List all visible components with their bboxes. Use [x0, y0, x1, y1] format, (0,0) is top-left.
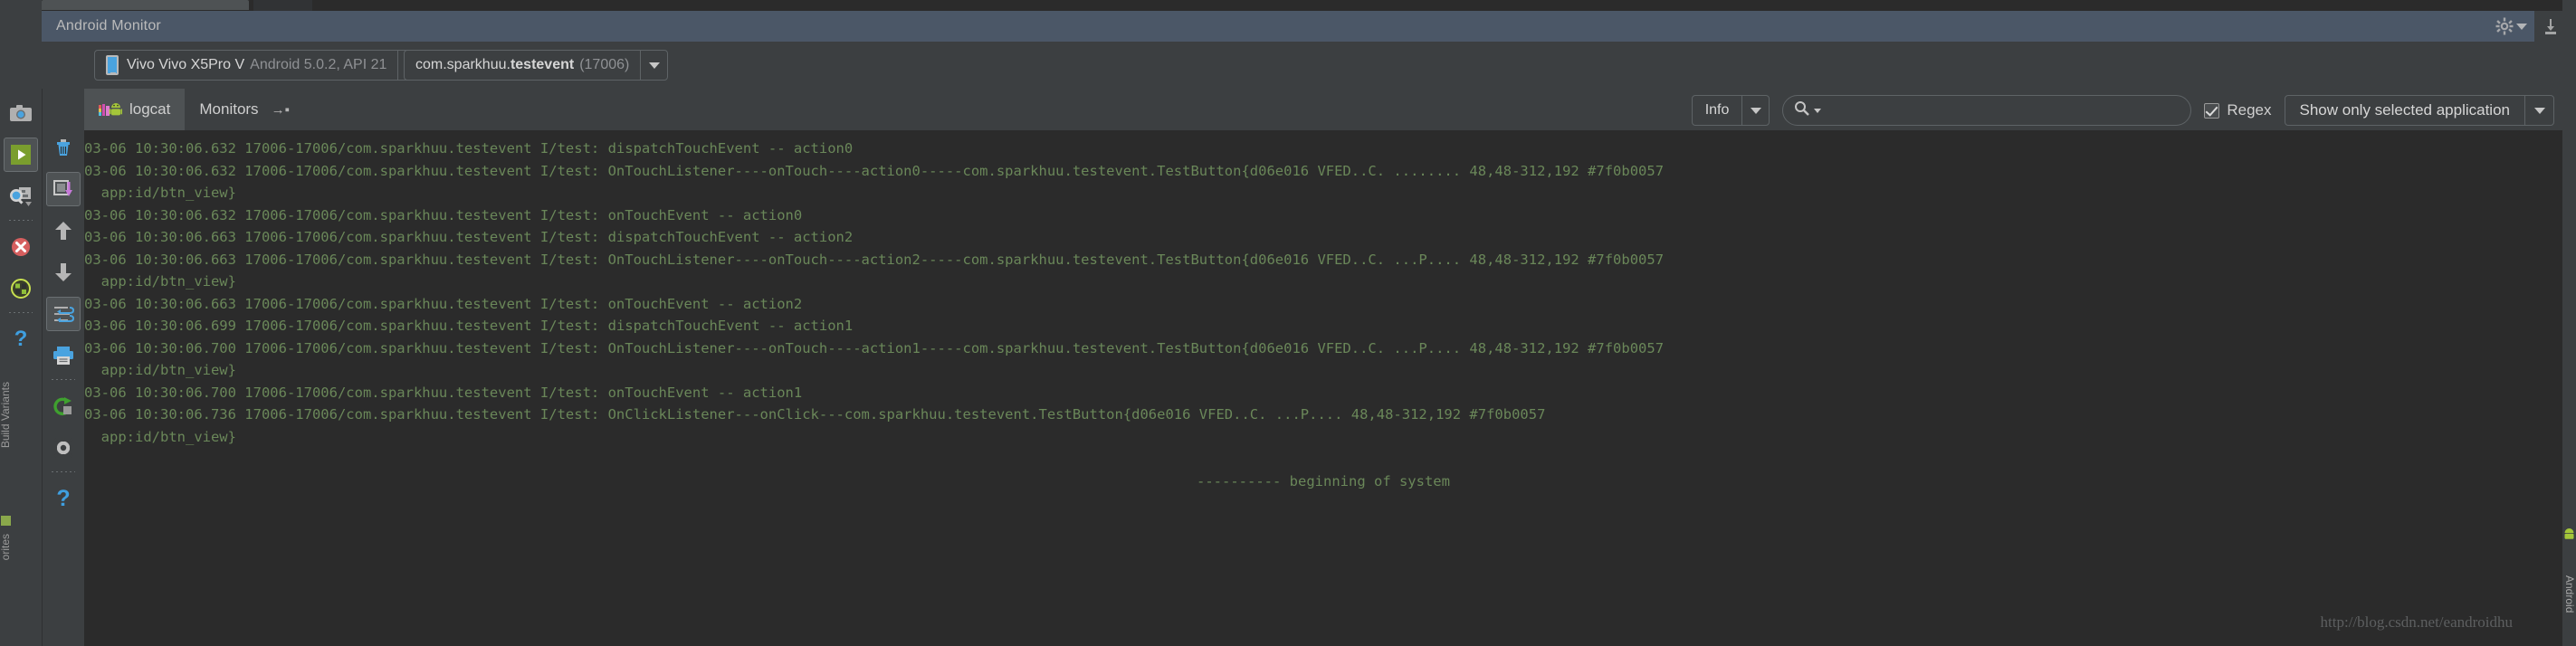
- process-package-name: testevent: [510, 57, 575, 72]
- log-line[interactable]: 03-06 10:30:06.736 17006-17006/com.spark…: [84, 404, 2562, 426]
- top-strip-right: [312, 0, 2576, 11]
- minimize-icon[interactable]: [2542, 17, 2560, 35]
- system-info-icon[interactable]: [4, 271, 38, 306]
- rail-separator: [9, 312, 33, 313]
- log-line[interactable]: 03-06 10:30:06.700 17006-17006/com.spark…: [84, 382, 2562, 404]
- page-title: Android Monitor: [56, 18, 161, 33]
- log-line[interactable]: app:id/btn_view}: [84, 271, 2562, 293]
- search-box[interactable]: [1782, 95, 2192, 126]
- rail-separator: [52, 379, 75, 380]
- top-strip-tab-remnant: [42, 0, 249, 10]
- top-edge-strip: [0, 0, 2576, 11]
- arrow-expand-icon: →▪: [271, 101, 290, 118]
- top-strip-left: [0, 0, 42, 11]
- device-name: Vivo Vivo X5Pro V: [127, 57, 245, 72]
- android-monitor-vertical-label: Android: [2563, 575, 2576, 613]
- svg-text:?: ?: [14, 328, 28, 351]
- svg-text:?: ?: [56, 487, 70, 510]
- search-options-chevron-down-icon[interactable]: [1814, 108, 1822, 113]
- titlebar-left-pad: [0, 11, 42, 42]
- chevron-down-icon: [2516, 23, 2527, 30]
- tab-monitors[interactable]: Monitors →▪: [185, 89, 304, 130]
- logcat-filter-toolbar: Info Regex Show only selected applicatio…: [1691, 93, 2554, 128]
- clear-logcat-icon[interactable]: [46, 130, 81, 165]
- help-icon[interactable]: ?: [46, 481, 81, 516]
- terminate-icon[interactable]: [4, 230, 38, 264]
- search-input[interactable]: [1826, 102, 2180, 119]
- rail-separator: [52, 471, 75, 472]
- android-head-icon: [2563, 528, 2575, 540]
- search-icon[interactable]: [1794, 100, 1810, 120]
- device-toolbar: Vivo Vivo X5Pro V Android 5.0.2, API 21 …: [42, 42, 2534, 89]
- android-monitor-titlebar: Android Monitor: [42, 11, 2534, 42]
- layout-inspector-icon[interactable]: [4, 179, 38, 214]
- rail-separator: [9, 220, 33, 221]
- device-detail: Android 5.0.2, API 21: [250, 57, 387, 72]
- sidebar-item-android-monitor[interactable]: Android: [2562, 543, 2576, 646]
- process-selector[interactable]: com.sparkhuu. testevent (17006): [404, 50, 669, 81]
- print-icon[interactable]: [46, 338, 81, 373]
- regex-label: Regex: [2227, 101, 2272, 119]
- sidebar-item-build-variants[interactable]: Build Variants: [0, 382, 12, 448]
- logcat-lines: 03-06 10:30:06.632 17006-17006/com.spark…: [84, 130, 2562, 492]
- regex-checkbox[interactable]: [2204, 102, 2220, 119]
- log-system-marker[interactable]: ---------- beginning of system: [84, 470, 2562, 493]
- chevron-down-icon: [2533, 107, 2545, 114]
- left-vertical-toolwindow-bar: Build Variants orites: [0, 380, 13, 646]
- scope-dropdown-arrow[interactable]: [2524, 96, 2553, 125]
- logcat-tools-rail: ?: [42, 89, 84, 646]
- log-level-dropdown-arrow[interactable]: [1741, 96, 1769, 125]
- log-line[interactable]: 03-06 10:30:06.700 17006-17006/com.spark…: [84, 337, 2562, 360]
- device-label: Vivo Vivo X5Pro V Android 5.0.2, API 21: [95, 51, 397, 80]
- scroll-to-end-icon[interactable]: [46, 172, 81, 206]
- restart-icon[interactable]: [46, 389, 81, 423]
- log-line[interactable]: app:id/btn_view}: [84, 426, 2562, 449]
- process-dropdown-arrow[interactable]: [640, 51, 667, 80]
- tab-logcat-label: logcat: [129, 100, 171, 118]
- scope-value: Show only selected application: [2299, 101, 2510, 119]
- soft-wrap-icon[interactable]: [46, 297, 81, 331]
- gear-icon[interactable]: [2495, 17, 2527, 35]
- log-line[interactable]: app:id/btn_view}: [84, 359, 2562, 382]
- tab-logcat[interactable]: logcat: [84, 89, 186, 130]
- process-pid: (17006): [579, 57, 630, 72]
- phone-icon: [106, 55, 119, 75]
- top-strip-mid: [253, 0, 312, 11]
- log-line[interactable]: 03-06 10:30:06.632 17006-17006/com.spark…: [84, 160, 2562, 183]
- sidebar-item-favorites[interactable]: orites: [0, 534, 12, 560]
- chevron-down-icon: [648, 62, 660, 69]
- device-selector[interactable]: Vivo Vivo X5Pro V Android 5.0.2, API 21: [94, 50, 426, 81]
- watermark: http://blog.csdn.net/eandroidhu: [2320, 613, 2513, 631]
- log-line[interactable]: 03-06 10:30:06.663 17006-17006/com.spark…: [84, 293, 2562, 316]
- scope-selector[interactable]: Show only selected application: [2284, 95, 2554, 126]
- tab-monitors-label: Monitors: [199, 100, 259, 118]
- logcat-output[interactable]: 03-06 10:30:06.632 17006-17006/com.spark…: [84, 130, 2562, 646]
- right-vertical-toolwindow-bar: Android: [2562, 0, 2576, 646]
- log-line[interactable]: 03-06 10:30:06.632 17006-17006/com.spark…: [84, 204, 2562, 227]
- process-label: com.sparkhuu. testevent (17006): [405, 51, 640, 80]
- help-icon[interactable]: ?: [4, 322, 38, 356]
- log-line[interactable]: 03-06 10:30:06.663 17006-17006/com.spark…: [84, 249, 2562, 271]
- log-level-selector[interactable]: Info: [1691, 95, 1770, 126]
- log-level-value: Info: [1704, 102, 1730, 118]
- build-variants-icon: [1, 516, 11, 526]
- process-package-prefix: com.sparkhuu.: [415, 57, 510, 72]
- regex-checkbox-wrap[interactable]: Regex: [2204, 101, 2272, 119]
- log-line[interactable]: 03-06 10:30:06.699 17006-17006/com.spark…: [84, 315, 2562, 337]
- screenshot-icon[interactable]: [4, 96, 38, 130]
- down-icon[interactable]: [46, 255, 81, 290]
- titlebar-actions: [2495, 11, 2560, 42]
- log-line[interactable]: 03-06 10:30:06.632 17006-17006/com.spark…: [84, 138, 2562, 160]
- log-line[interactable]: [84, 448, 2562, 470]
- screen-record-icon[interactable]: [4, 138, 38, 172]
- android-logcat-icon: [99, 101, 122, 118]
- log-line[interactable]: 03-06 10:30:06.663 17006-17006/com.spark…: [84, 226, 2562, 249]
- chevron-down-icon: [1750, 107, 1761, 114]
- settings-icon[interactable]: [46, 431, 81, 465]
- up-icon[interactable]: [46, 214, 81, 248]
- log-line[interactable]: app:id/btn_view}: [84, 182, 2562, 204]
